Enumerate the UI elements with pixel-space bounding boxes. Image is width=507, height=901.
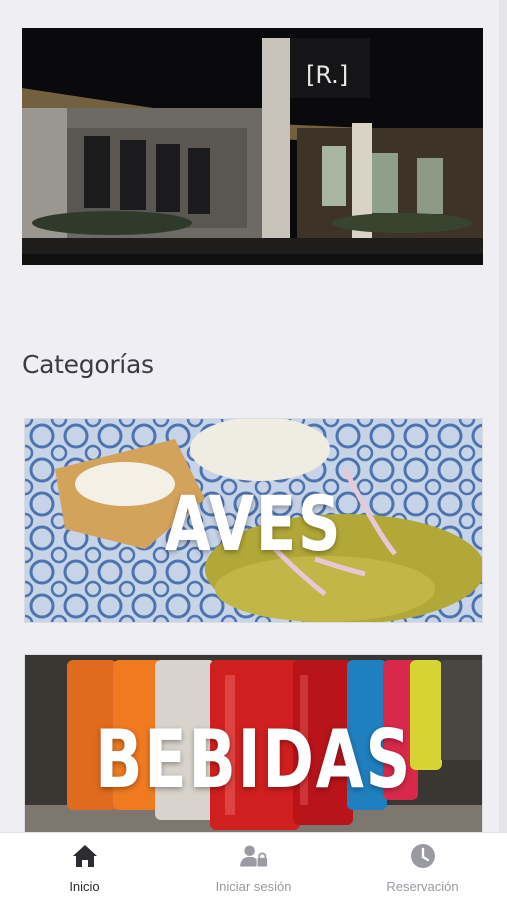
scrollbar-track [499,0,507,832]
app-screen: [R.] Categorías AVES BEBIDAS [0,0,507,900]
user-lock-icon [239,842,268,870]
home-icon [71,842,99,870]
categories-title: Categorías [22,350,154,379]
category-card-aves[interactable]: AVES [24,418,483,623]
nav-item-iniciar-sesion[interactable]: Iniciar sesión [169,833,338,901]
nav-label-reservacion: Reservación [386,879,459,894]
hero-restaurant-image: [R.] [22,28,483,265]
nav-item-inicio[interactable]: Inicio [0,833,169,901]
nav-item-reservacion[interactable]: Reservación [338,833,507,901]
category-card-bebidas[interactable]: BEBIDAS [24,654,483,856]
category-label-bebidas: BEBIDAS [95,713,412,806]
nav-label-iniciar-sesion: Iniciar sesión [215,879,292,894]
nav-label-inicio: Inicio [69,879,100,894]
restaurant-sign-text: [R.] [306,61,348,89]
category-label-aves: AVES [164,479,343,568]
bottom-navigation: Inicio Iniciar sesión Reservación [0,832,507,901]
clock-icon [409,842,437,870]
